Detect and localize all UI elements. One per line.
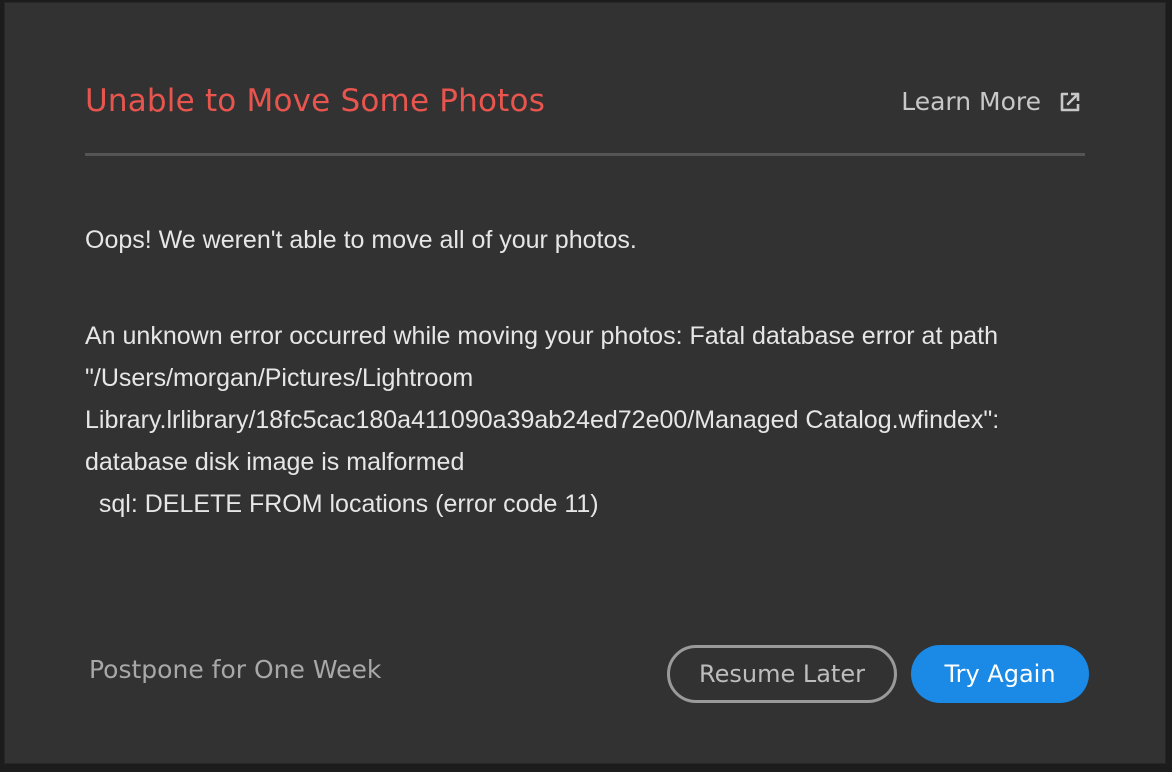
error-dialog: Unable to Move Some Photos Learn More Oo… [4, 2, 1166, 764]
error-details: An unknown error occurred while moving y… [85, 322, 1000, 518]
try-again-button[interactable]: Try Again [911, 645, 1089, 703]
dialog-body: Oops! We weren't able to move all of you… [85, 219, 1095, 525]
external-link-icon [1060, 92, 1080, 111]
summary-message: Oops! We weren't able to move all of you… [85, 226, 637, 254]
dialog-title: Unable to Move Some Photos [85, 83, 546, 119]
learn-more-label: Learn More [901, 87, 1041, 116]
postpone-button[interactable]: Postpone for One Week [89, 655, 381, 684]
header-divider [85, 153, 1085, 156]
learn-more-link[interactable]: Learn More [901, 87, 1081, 116]
resume-later-button[interactable]: Resume Later [667, 645, 897, 703]
